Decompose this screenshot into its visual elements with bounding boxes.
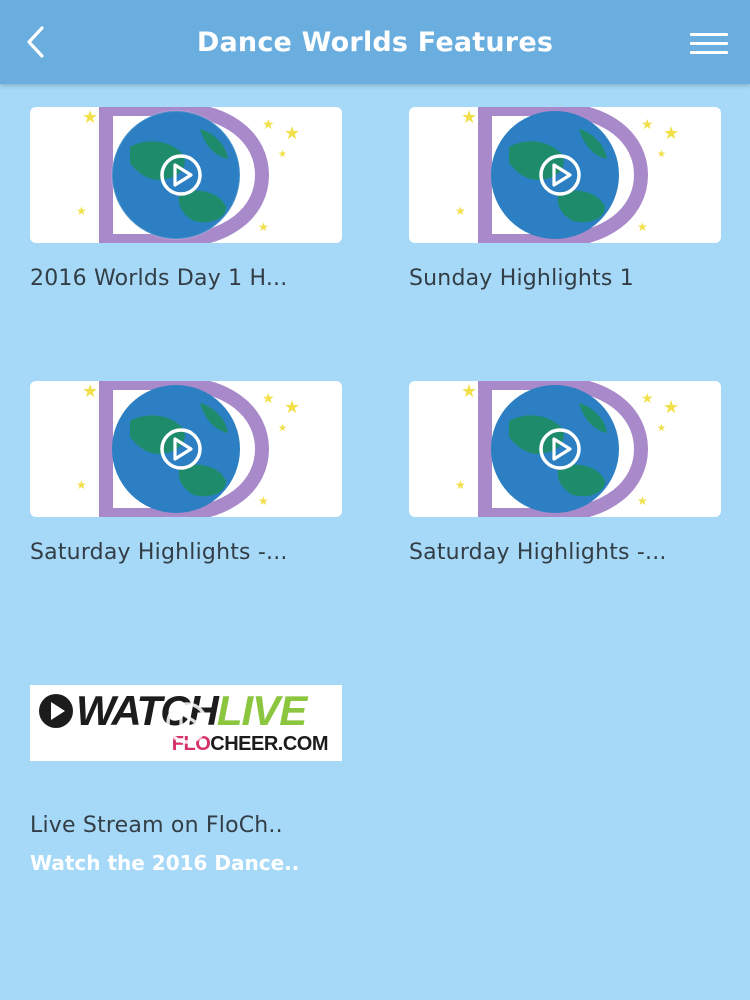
video-title[interactable]: Saturday Highlights -... (30, 540, 342, 565)
svg-text:★: ★ (278, 149, 287, 160)
hamburger-menu-icon-line (690, 51, 728, 54)
svg-text:★: ★ (641, 117, 654, 133)
video-thumbnail[interactable]: ★ ★ ★ ★ ★ ★ (409, 107, 721, 243)
video-tile[interactable]: ★ ★ ★ ★ ★ ★ Sunday Highlights 1 (409, 107, 721, 291)
svg-text:★: ★ (258, 220, 269, 234)
svg-text:★: ★ (284, 397, 300, 418)
cheer-com-text: CHEER.COM (210, 733, 328, 755)
svg-text:★: ★ (461, 107, 477, 128)
video-tile[interactable]: ★ ★ ★ ★ ★ ★ Saturday Highlights -... (409, 381, 721, 565)
svg-text:★: ★ (461, 381, 477, 402)
play-icon[interactable] (533, 427, 587, 471)
svg-text:★: ★ (663, 397, 679, 418)
video-thumbnail[interactable]: ★ ★ ★ ★ ★ ★ (30, 107, 342, 243)
header-bar: Dance Worlds Features (0, 0, 750, 84)
svg-text:★: ★ (258, 494, 269, 508)
app-screen: Dance Worlds Features ★ ★ ★ ★ ★ ★ 2016 W… (0, 0, 750, 1000)
menu-button[interactable] (686, 24, 732, 64)
play-icon[interactable] (154, 427, 208, 471)
video-tile[interactable]: ★ ★ ★ ★ ★ ★ Saturday Highlights -... (30, 381, 342, 565)
video-title[interactable]: Sunday Highlights 1 (409, 266, 721, 291)
svg-text:★: ★ (262, 117, 275, 133)
svg-text:★: ★ (278, 423, 287, 434)
play-icon[interactable] (160, 701, 214, 745)
hamburger-menu-icon-line (690, 42, 728, 45)
svg-text:★: ★ (657, 149, 666, 160)
svg-text:★: ★ (455, 204, 466, 218)
svg-text:★: ★ (262, 391, 275, 407)
video-title[interactable]: 2016 Worlds Day 1 H... (30, 266, 342, 291)
page-title: Dance Worlds Features (196, 26, 554, 58)
svg-text:★: ★ (663, 123, 679, 144)
svg-text:★: ★ (637, 494, 648, 508)
back-button[interactable] (14, 20, 58, 64)
watch-live-banner[interactable]: WATCH LIVE FLOCHEER.COM (30, 685, 342, 761)
hamburger-menu-icon (690, 33, 728, 36)
play-icon[interactable] (154, 153, 208, 197)
video-title[interactable]: Saturday Highlights -... (409, 540, 721, 565)
svg-text:★: ★ (641, 391, 654, 407)
svg-text:★: ★ (76, 478, 87, 492)
svg-text:★: ★ (455, 478, 466, 492)
live-stream-tile[interactable]: WATCH LIVE FLOCHEER.COM Live Stream on F… (30, 685, 342, 875)
play-icon[interactable] (533, 153, 587, 197)
video-thumbnail[interactable]: ★ ★ ★ ★ ★ ★ (409, 381, 721, 517)
video-thumbnail[interactable]: ★ ★ ★ ★ ★ ★ (30, 381, 342, 517)
live-stream-title[interactable]: Live Stream on FloCh.. (30, 813, 342, 838)
live-stream-subtitle: Watch the 2016 Dance.. (30, 851, 300, 875)
video-tile[interactable]: ★ ★ ★ ★ ★ ★ 2016 Worlds Day 1 H... (30, 107, 342, 291)
svg-text:★: ★ (657, 423, 666, 434)
svg-text:★: ★ (637, 220, 648, 234)
svg-text:★: ★ (82, 107, 98, 128)
chevron-left-icon (27, 26, 44, 58)
svg-text:★: ★ (284, 123, 300, 144)
play-circle-icon (39, 694, 73, 728)
svg-text:★: ★ (76, 204, 87, 218)
svg-text:★: ★ (82, 381, 98, 402)
live-text: LIVE (216, 687, 307, 734)
